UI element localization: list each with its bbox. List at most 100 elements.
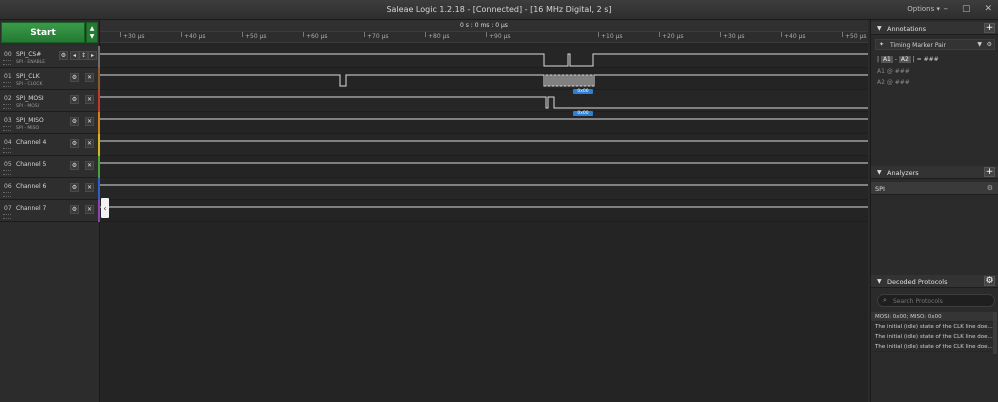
gear-icon[interactable]: ⚙ [987,184,993,192]
previous-edge-icon[interactable]: ◂ [70,51,79,60]
trace-spi-mosi [100,96,868,109]
search-input[interactable] [893,297,991,305]
channel-name[interactable]: Channel 6 [16,183,46,190]
pin-icon[interactable]: ✦ [879,41,884,48]
close-icon[interactable]: ✕ [984,5,992,14]
gear-icon[interactable]: ⚙ [70,161,79,170]
drag-handle-icon[interactable] [3,82,11,87]
marker-a2-chip[interactable]: A2 [898,56,911,63]
trigger-edge-icon[interactable]: ↕ [79,51,88,60]
filter-icon[interactable]: ▼ [977,41,982,48]
add-annotation-button[interactable]: + [984,23,995,33]
minimize-icon[interactable]: – [943,5,948,14]
drag-handle-icon[interactable] [3,170,11,175]
gear-icon[interactable]: ⚙ [70,139,79,148]
channel-row-02[interactable]: 02 SPI_MOSI SPI - MOSI ⚙ ✕ [0,90,101,112]
tick-mark [720,32,721,37]
close-icon[interactable]: ✕ [85,183,94,192]
side-panel: ▼ Annotations + ✦ Timing Marker Pair ▼ ⚙… [870,20,998,402]
channel-name[interactable]: SPI_CS# [16,51,41,58]
decoded-protocols-title: Decoded Protocols [887,278,948,286]
down-arrow-icon[interactable]: ▼ [90,33,95,41]
tick-mark [364,32,365,37]
maximize-icon[interactable]: ▢ [962,5,971,14]
add-analyzer-button[interactable]: + [984,167,995,177]
timing-marker-pair-item[interactable]: ✦ Timing Marker Pair ▼ ⚙ [875,39,995,50]
collapse-icon[interactable]: ▼ [877,169,882,176]
collapse-icon[interactable]: ▼ [877,278,882,285]
gear-icon[interactable]: ⚙ [70,73,79,82]
drag-handle-icon[interactable] [3,126,11,131]
miso-decoded-badge[interactable]: 0x00 [573,111,593,116]
decoded-protocols-header[interactable]: ▼ Decoded Protocols ⚙ [871,275,998,288]
center-time-readout: 0 s : 0 ms : 0 μs [460,22,508,29]
channel-number: 02 [4,95,12,102]
search-protocols-field[interactable]: ⌕ [877,294,995,307]
list-item[interactable]: MOSI: 0x00; MISO: 0x00 [871,312,993,322]
list-item[interactable]: The initial (idle) state of the CLK line… [871,332,993,342]
next-edge-icon[interactable]: ▸ [88,51,97,60]
channel-analyzer-label: SPI - CLOCK [16,82,43,87]
decoded-list-scrollbar[interactable] [993,312,997,354]
channel-name[interactable]: SPI_CLK [16,73,40,80]
channel-row-05[interactable]: 05 Channel 5 ⚙ ✕ [0,156,101,178]
analyzer-item-spi[interactable]: SPI ⚙ [871,182,998,195]
drag-handle-icon[interactable] [3,214,11,219]
annotations-header[interactable]: ▼ Annotations + [871,22,998,35]
tick-mark [781,32,782,37]
drag-handle-icon[interactable] [3,148,11,153]
channel-number: 07 [4,205,12,212]
drag-handle-icon[interactable] [3,192,11,197]
formula-dash: - [894,56,897,63]
channel-name[interactable]: Channel 7 [16,205,46,212]
gear-icon[interactable]: ⚙ [70,183,79,192]
list-item[interactable]: The initial (idle) state of the CLK line… [871,322,993,332]
options-menu-button[interactable]: Options ▾ [907,5,940,13]
channel-row-03[interactable]: 03 SPI_MISO SPI - MISO ⚙ ✕ [0,112,101,134]
time-origin-bar: 0 s : 0 ms : 0 μs [100,20,868,32]
start-button[interactable]: Start [1,22,85,43]
waveform-view[interactable]: 0 s : 0 ms : 0 μs +30 μs +40 μs +50 μs +… [100,20,868,402]
gear-icon[interactable]: ⚙ [70,95,79,104]
channel-number: 04 [4,139,12,146]
annotations-title: Annotations [887,25,927,33]
marker-delta-formula: | A1 - A2 | = ### [877,56,939,63]
timing-marker-handle[interactable]: ‹ [101,198,109,218]
time-ruler[interactable]: +30 μs +40 μs +50 μs +60 μs +70 μs +80 μ… [100,32,868,43]
gear-icon[interactable]: ⚙ [59,51,68,60]
channel-name[interactable]: Channel 4 [16,139,46,146]
channel-number: 01 [4,73,12,80]
channel-number: 05 [4,161,12,168]
drag-handle-icon[interactable] [3,104,11,109]
collapse-icon[interactable]: ▼ [877,25,882,32]
analyzer-label: SPI [875,185,885,193]
channel-row-01[interactable]: 01 SPI_CLK SPI - CLOCK ⚙ ✕ [0,68,101,90]
decoded-protocols-list[interactable]: MOSI: 0x00; MISO: 0x00 The initial (idle… [871,312,993,352]
tick-label: +60 μs [306,33,328,40]
close-icon[interactable]: ✕ [85,139,94,148]
tick-mark [598,32,599,37]
gear-icon[interactable]: ⚙ [70,117,79,126]
list-item[interactable]: The initial (idle) state of the CLK line… [871,342,993,352]
mosi-decoded-badge[interactable]: 0x00 [573,89,593,94]
channel-row-00[interactable]: 00 SPI_CS# SPI - ENABLE ⚙ ◂ ↕ ▸ [0,46,101,68]
close-icon[interactable]: ✕ [85,117,94,126]
close-icon[interactable]: ✕ [85,161,94,170]
channel-row-04[interactable]: 04 Channel 4 ⚙ ✕ [0,134,101,156]
gear-icon[interactable]: ⚙ [987,41,992,48]
drag-handle-icon[interactable] [3,60,11,65]
close-icon[interactable]: ✕ [85,95,94,104]
close-icon[interactable]: ✕ [85,205,94,214]
marker-a1-chip[interactable]: A1 [880,56,893,63]
gear-icon[interactable]: ⚙ [70,205,79,214]
decoded-protocols-settings-button[interactable]: ⚙ [984,276,995,286]
channel-row-06[interactable]: 06 Channel 6 ⚙ ✕ [0,178,101,200]
channel-name[interactable]: SPI_MOSI [16,95,44,102]
analyzers-header[interactable]: ▼ Analyzers + [871,166,998,179]
up-arrow-icon[interactable]: ▲ [90,25,95,33]
channel-name[interactable]: Channel 5 [16,161,46,168]
channel-row-07[interactable]: 07 Channel 7 ⚙ ✕ [0,200,101,222]
close-icon[interactable]: ✕ [85,73,94,82]
channel-name[interactable]: SPI_MISO [16,117,44,124]
start-options-stepper[interactable]: ▲ ▼ [86,22,98,43]
